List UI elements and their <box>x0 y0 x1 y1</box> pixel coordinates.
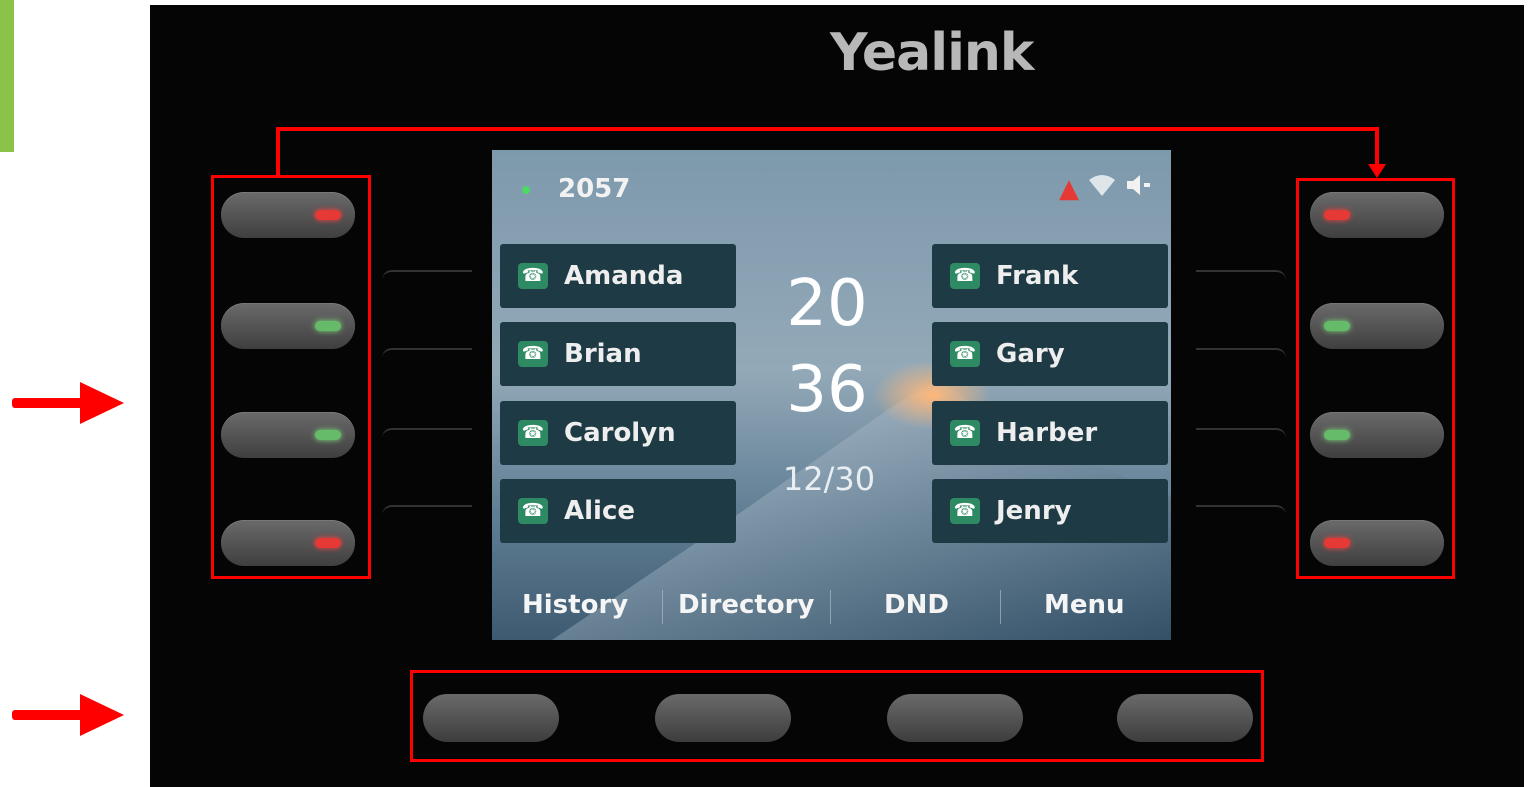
accent-bar <box>0 0 14 152</box>
phone-icon: ☎ <box>950 263 980 289</box>
lcd-screen: 2057 ▲ ☎ Amanda ☎ Brian ☎ Carolyn ☎ Alic… <box>492 150 1171 640</box>
pointer-arrow-icon <box>12 382 126 424</box>
line-key-frank[interactable]: ☎ Frank <box>932 244 1168 308</box>
line-key-label: Gary <box>996 339 1065 369</box>
connector-line <box>382 505 472 527</box>
connector-line <box>382 270 472 292</box>
connector-line <box>1196 505 1286 527</box>
alert-icon: ▲ <box>1059 173 1079 204</box>
phone-icon: ☎ <box>518 498 548 524</box>
line-key-carolyn[interactable]: ☎ Carolyn <box>500 401 736 465</box>
line-key-alice[interactable]: ☎ Alice <box>500 479 736 543</box>
phone-icon: ☎ <box>518 420 548 446</box>
line-key-brian[interactable]: ☎ Brian <box>500 322 736 386</box>
connector-line <box>382 348 472 370</box>
phone-icon: ☎ <box>950 420 980 446</box>
bracket-arrow-icon <box>1368 164 1386 178</box>
line-key-label: Jenry <box>996 496 1072 526</box>
line-key-label: Alice <box>564 496 635 526</box>
pointer-arrow-icon <box>12 694 126 736</box>
softkey-label-menu: Menu <box>1044 590 1125 620</box>
wifi-icon <box>1087 172 1117 205</box>
clock-minute: 36 <box>786 353 868 427</box>
phone-icon: ☎ <box>518 341 548 367</box>
registration-status-icon <box>522 186 530 194</box>
phone-icon: ☎ <box>950 341 980 367</box>
connector-line <box>1196 270 1286 292</box>
highlight-box-left-keys <box>211 175 371 579</box>
highlight-box-right-keys <box>1296 178 1455 579</box>
bracket-line-left <box>276 127 280 177</box>
line-key-label: Carolyn <box>564 418 676 448</box>
connector-line <box>382 428 472 450</box>
softkey-separator <box>662 590 663 624</box>
line-key-label: Brian <box>564 339 642 369</box>
line-key-label: Frank <box>996 261 1079 291</box>
line-key-harber[interactable]: ☎ Harber <box>932 401 1168 465</box>
line-key-jenry[interactable]: ☎ Jenry <box>932 479 1168 543</box>
phone-icon: ☎ <box>950 498 980 524</box>
softkey-label-dnd: DND <box>884 590 949 620</box>
bracket-line-right <box>1375 127 1379 167</box>
clock-hour: 20 <box>786 267 868 341</box>
softkey-separator <box>830 590 831 624</box>
date-display: 12/30 <box>782 460 876 498</box>
status-icons: ▲ <box>1059 172 1155 205</box>
pointer-arrow-shaft <box>12 398 86 408</box>
brand-logo: Yealink <box>830 23 1035 83</box>
line-key-label: Harber <box>996 418 1098 448</box>
bracket-line-top <box>276 127 1379 131</box>
softkey-label-directory: Directory <box>678 590 815 620</box>
line-key-gary[interactable]: ☎ Gary <box>932 322 1168 386</box>
softkey-separator <box>1000 590 1001 624</box>
softkey-label-history: History <box>522 590 629 620</box>
line-key-amanda[interactable]: ☎ Amanda <box>500 244 736 308</box>
pointer-arrow-shaft <box>12 710 86 720</box>
speaker-icon <box>1125 172 1155 205</box>
connector-line <box>1196 348 1286 370</box>
highlight-box-softkeys <box>410 670 1264 762</box>
phone-icon: ☎ <box>518 263 548 289</box>
connector-line <box>1196 428 1286 450</box>
line-key-label: Amanda <box>564 261 684 291</box>
extension-number: 2057 <box>558 174 631 204</box>
pointer-arrow-tip <box>80 694 124 736</box>
pointer-arrow-tip <box>80 382 124 424</box>
